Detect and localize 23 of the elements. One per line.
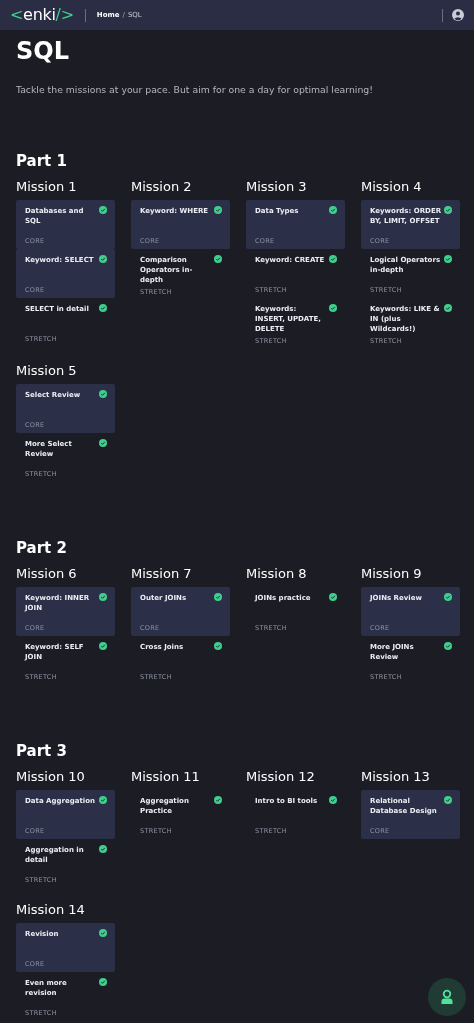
mission-heading: Mission 4 [361, 178, 423, 195]
part-heading: Part 1 [16, 150, 68, 171]
page-title: SQL [16, 36, 70, 66]
mission-heading: Mission 14 [16, 901, 86, 918]
logo[interactable]: <enki/> [10, 3, 74, 27]
mission-heading: Mission 13 [361, 768, 431, 785]
mission-heading: Mission 2 [131, 178, 193, 195]
mission-heading: Mission 7 [131, 565, 193, 582]
mission-heading: Mission 12 [246, 768, 316, 785]
mission-heading: Mission 10 [16, 768, 86, 785]
mission-heading: Mission 9 [361, 565, 423, 582]
mission-heading: Mission 1 [16, 178, 78, 195]
mission-heading: Mission 3 [246, 178, 308, 195]
page-description: Tackle the missions at your pace. But aim for one a day for optimal learning! [16, 83, 374, 97]
mission-heading: Mission 11 [131, 768, 201, 785]
mission-heading: Mission 6 [16, 565, 78, 582]
assistant-button[interactable] [428, 978, 466, 1016]
account-icon[interactable] [452, 9, 464, 21]
mission-heading: Mission 8 [246, 565, 308, 582]
mission-heading: Mission 5 [16, 362, 78, 379]
person-icon [439, 989, 455, 1005]
part-heading: Part 2 [16, 537, 68, 558]
part-heading: Part 3 [16, 740, 68, 761]
